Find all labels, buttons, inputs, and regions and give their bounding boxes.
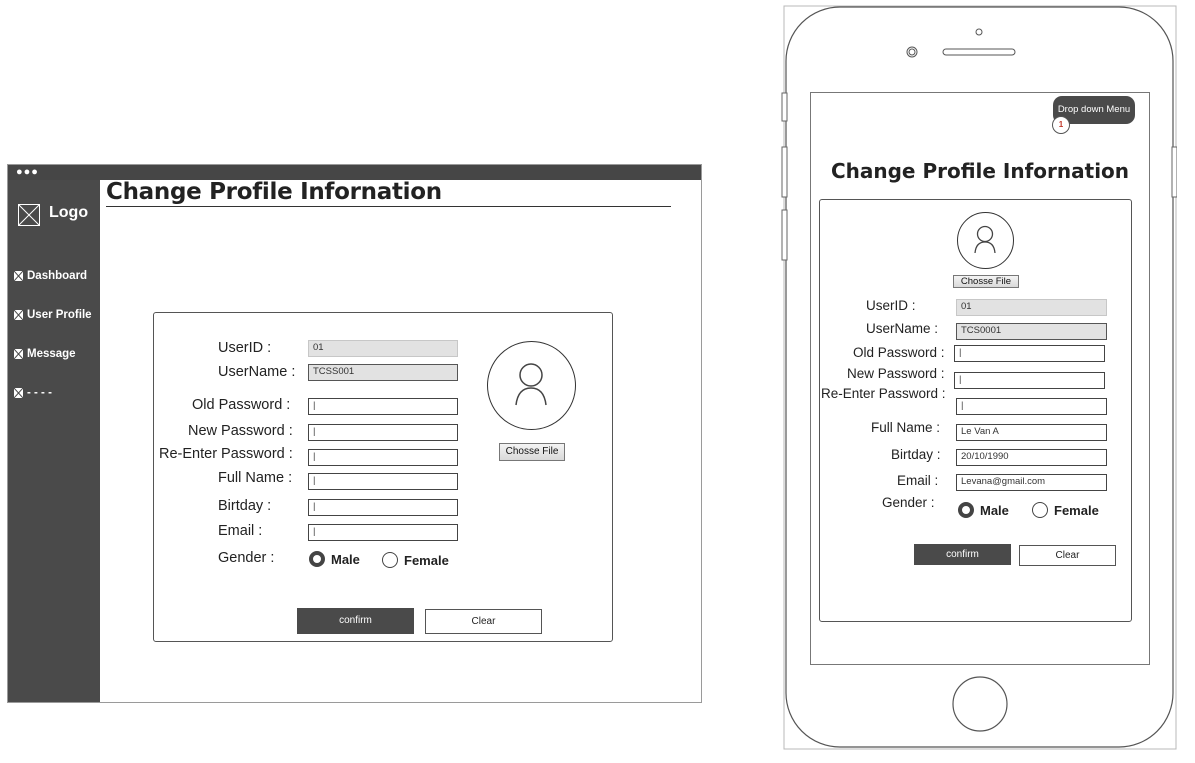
logo-image-icon [18,204,40,226]
old-password-input[interactable] [308,398,458,415]
image-placeholder-icon [14,388,23,398]
old-password-label: Old Password : [192,397,291,413]
profile-form-panel: Chosse File UserID : 01 UserName : TCS00… [819,199,1132,622]
clear-button[interactable]: Clear [1019,545,1116,566]
email-input[interactable] [308,524,458,541]
image-placeholder-icon [14,310,23,320]
confirm-button[interactable]: confirm [914,544,1011,565]
phone-screen: Drop down Menu 1 Change Profile Infornat… [810,92,1150,665]
fullname-label: Full Name : [871,420,941,435]
birthday-label: Birtday : [891,447,941,462]
title-divider [106,206,671,207]
reenter-password-input[interactable] [308,449,458,466]
userid-label: UserID : [866,298,916,313]
username-field: TCS0001 [956,323,1107,340]
image-placeholder-icon [14,271,23,281]
sidebar-item-label: Dashboard [27,270,88,282]
birthday-label: Birtday : [218,498,272,514]
fullname-input[interactable]: Le Van A [956,424,1107,441]
new-password-label: New Password : [847,366,945,381]
page-title: Change Profile Infornation [830,159,1130,183]
radio-selected-icon [309,551,325,567]
radio-label: Female [1054,502,1099,518]
sidebar-item-label: - - - - [27,387,52,399]
userid-field: 01 [956,299,1107,316]
window-titlebar: ●●● [8,165,701,180]
window-controls[interactable]: ●●● [16,166,39,178]
sidebar-item-more[interactable]: - - - - [14,386,52,400]
old-password-input[interactable] [954,345,1105,362]
sidebar-item-message[interactable]: Message [14,347,76,361]
gender-male-radio[interactable]: Male [958,502,1009,518]
radio-selected-icon [958,502,974,518]
reenter-password-label: Re-Enter Password : [159,446,293,462]
image-placeholder-icon [14,349,23,359]
sidebar-item-dashboard[interactable]: Dashboard [14,269,87,283]
birthday-input[interactable]: 20/10/1990 [956,449,1107,466]
birthday-input[interactable] [308,499,458,516]
phone-device: Drop down Menu 1 Change Profile Infornat… [780,5,1177,750]
fullname-input[interactable] [308,473,458,490]
radio-unselected-icon [1032,502,1048,518]
userid-field: 01 [308,340,458,357]
new-password-input[interactable] [954,372,1105,389]
email-label: Email : [218,523,263,539]
user-icon [515,363,547,406]
new-password-input[interactable] [308,424,458,441]
choose-file-button[interactable]: Chosse File [499,443,565,461]
gender-female-radio[interactable]: Female [1032,502,1099,518]
page-title: Change Profile Infornation [106,179,442,205]
user-icon [974,225,996,254]
gender-female-radio[interactable]: Female [382,552,449,568]
gender-label: Gender : [218,550,275,566]
avatar [957,212,1014,269]
reenter-password-input[interactable] [956,398,1107,415]
username-label: UserName : [218,364,296,380]
logo-text: Logo [49,204,89,221]
reenter-password-label: Re-Enter Password : [821,386,946,401]
radio-label: Male [331,551,360,567]
userid-label: UserID : [218,340,272,356]
radio-unselected-icon [382,552,398,568]
email-label: Email : [897,473,939,488]
email-input[interactable]: Levana@gmail.com [956,474,1107,491]
confirm-button[interactable]: confirm [297,608,414,634]
gender-male-radio[interactable]: Male [309,551,360,567]
notification-badge: 1 [1052,116,1070,134]
sidebar: Logo Dashboard User Profile Message - - … [8,180,100,702]
fullname-label: Full Name : [218,470,293,486]
profile-form-panel: UserID : 01 UserName : TCSS001 Old Passw… [153,312,613,642]
choose-file-button[interactable]: Chosse File [953,275,1019,288]
desktop-window: ●●● Logo Dashboard User Profile Message … [7,164,702,703]
sidebar-item-user-profile[interactable]: User Profile [14,308,92,322]
gender-label: Gender : [882,495,935,510]
clear-button[interactable]: Clear [425,609,542,634]
username-label: UserName : [866,321,939,336]
radio-label: Female [404,552,449,568]
username-field: TCSS001 [308,364,458,381]
sidebar-item-label: Message [27,348,76,360]
new-password-label: New Password : [188,423,293,439]
old-password-label: Old Password : [853,345,945,360]
avatar [487,341,576,430]
sidebar-item-label: User Profile [27,309,92,321]
radio-label: Male [980,502,1009,518]
